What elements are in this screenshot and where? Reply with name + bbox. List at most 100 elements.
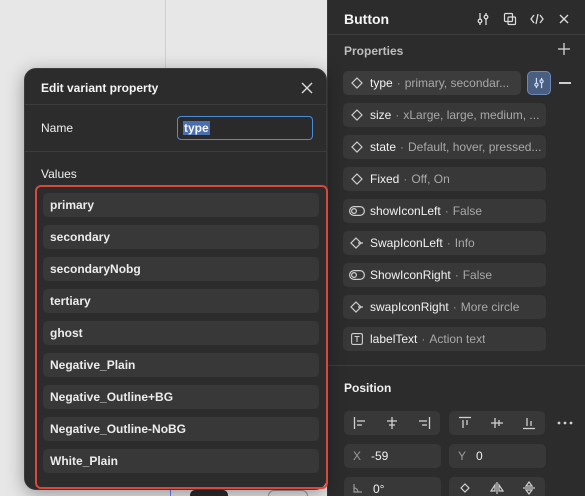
property-separator: ·	[403, 172, 408, 186]
property-separator: ·	[454, 268, 459, 282]
variant-value-item[interactable]: primary	[43, 193, 319, 217]
property-name: labelText	[370, 332, 418, 346]
name-label: Name	[41, 121, 74, 135]
property-values: More circle	[460, 300, 520, 314]
adjust-icon[interactable]	[474, 10, 492, 28]
rotate-icon[interactable]	[459, 482, 471, 496]
rotation-field[interactable]: 0°	[344, 477, 441, 496]
property-values: Info	[454, 236, 475, 250]
property-name: ShowIconRight	[370, 268, 451, 282]
align-bottom-icon[interactable]	[513, 411, 545, 435]
property-separator: ·	[400, 140, 405, 154]
property-values: primary, secondar...	[404, 76, 510, 90]
property-name: showIconLeft	[370, 204, 441, 218]
close-icon[interactable]	[300, 81, 314, 95]
diamond-icon	[349, 107, 365, 123]
property-row-swapiconright[interactable]: swapIconRight · More circle	[343, 295, 546, 319]
dialog-title: Edit variant property	[41, 81, 159, 95]
align-top-icon[interactable]	[449, 411, 481, 435]
properties-section-title: Properties	[344, 44, 404, 58]
diamond-icon	[349, 75, 365, 91]
y-value: 0	[476, 449, 483, 463]
flip-vertical-icon[interactable]	[523, 480, 536, 496]
horizontal-align-group	[344, 411, 440, 435]
go-to-main-component-icon[interactable]	[501, 10, 519, 28]
property-row-type[interactable]: type · primary, secondar...	[343, 71, 521, 95]
property-values: False	[462, 268, 493, 282]
more-options-icon[interactable]	[556, 416, 574, 430]
remove-property-icon[interactable]	[559, 82, 571, 84]
swap-instance-icon	[349, 235, 365, 251]
property-separator: ·	[444, 204, 449, 218]
vertical-align-group	[449, 411, 545, 435]
values-label: Values	[41, 167, 77, 181]
x-value: -59	[371, 449, 389, 463]
align-left-icon[interactable]	[344, 411, 376, 435]
variant-value-item[interactable]: ghost	[43, 321, 319, 345]
dialog-divider	[25, 104, 326, 105]
canvas-guide-line	[165, 0, 166, 70]
property-separator: ·	[421, 332, 426, 346]
name-input-value: type	[183, 121, 210, 135]
variant-value-item[interactable]: secondaryNobg	[43, 257, 319, 281]
variant-value-item[interactable]: White_Plain	[43, 449, 319, 473]
property-name: type	[370, 76, 393, 90]
property-separator: ·	[396, 76, 401, 90]
property-name: SwapIconLeft	[370, 236, 443, 250]
values-list-highlight: primary secondary secondaryNobg tertiary gho…	[35, 185, 328, 489]
property-values: False	[452, 204, 483, 218]
flip-horizontal-icon[interactable]	[489, 481, 505, 496]
canvas-button-instance[interactable]	[190, 490, 228, 496]
position-section-title: Position	[344, 381, 392, 395]
rotation-value: 0°	[373, 482, 385, 496]
property-separator: ·	[452, 300, 457, 314]
property-name: size	[370, 108, 392, 122]
align-center-horizontal-icon[interactable]	[376, 411, 408, 435]
property-row-showiconright[interactable]: ShowIconRight · False	[343, 263, 546, 287]
property-name: swapIconRight	[370, 300, 449, 314]
property-row-labeltext[interactable]: labelText · Action text	[343, 327, 546, 351]
design-panel: Button Properties type · primary, secondar…	[327, 0, 585, 496]
property-values: Off, On	[411, 172, 450, 186]
close-panel-icon[interactable]	[555, 10, 573, 28]
toggle-icon	[349, 267, 365, 283]
property-separator: ·	[446, 236, 451, 250]
code-icon[interactable]	[528, 10, 546, 28]
edit-variant-property-dialog: Edit variant property Name type Values p…	[24, 68, 328, 490]
component-title: Button	[344, 11, 390, 27]
variant-value-item[interactable]: Negative_Outline-NoBG	[43, 417, 319, 441]
canvas-button-instance-outline[interactable]	[268, 490, 308, 496]
variant-value-item[interactable]: secondary	[43, 225, 319, 249]
panel-divider	[328, 365, 585, 366]
align-middle-vertical-icon[interactable]	[481, 411, 513, 435]
variant-value-item[interactable]: Negative_Plain	[43, 353, 319, 377]
align-right-icon[interactable]	[408, 411, 440, 435]
rotation-icon	[353, 482, 363, 496]
property-values: Action text	[429, 332, 486, 346]
property-separator: ·	[395, 108, 400, 122]
panel-divider	[328, 34, 585, 35]
property-values: Default, hover, pressed...	[408, 140, 542, 154]
y-position-field[interactable]: Y 0	[449, 444, 546, 468]
variant-value-item[interactable]: Negative_Outline+BG	[43, 385, 319, 409]
variant-value-item[interactable]: tertiary	[43, 289, 319, 313]
dialog-divider	[25, 151, 326, 152]
property-row-size[interactable]: size · xLarge, large, medium, ...	[343, 103, 546, 127]
property-values: xLarge, large, medium, ...	[403, 108, 540, 122]
swap-instance-icon	[349, 299, 365, 315]
toggle-icon	[349, 203, 365, 219]
x-position-field[interactable]: X -59	[344, 444, 441, 468]
transform-group	[449, 477, 545, 496]
edit-property-button[interactable]	[527, 71, 551, 95]
x-label: X	[353, 449, 362, 463]
property-name: state	[370, 140, 397, 154]
property-row-state[interactable]: state · Default, hover, pressed...	[343, 135, 546, 159]
property-name: Fixed	[370, 172, 400, 186]
add-property-icon[interactable]	[557, 42, 573, 58]
text-icon	[349, 331, 365, 347]
property-row-showiconleft[interactable]: showIconLeft · False	[343, 199, 546, 223]
property-row-fixed[interactable]: Fixed · Off, On	[343, 167, 546, 191]
name-input[interactable]: type	[177, 116, 313, 140]
diamond-icon	[349, 139, 365, 155]
property-row-swapiconleft[interactable]: SwapIconLeft · Info	[343, 231, 546, 255]
